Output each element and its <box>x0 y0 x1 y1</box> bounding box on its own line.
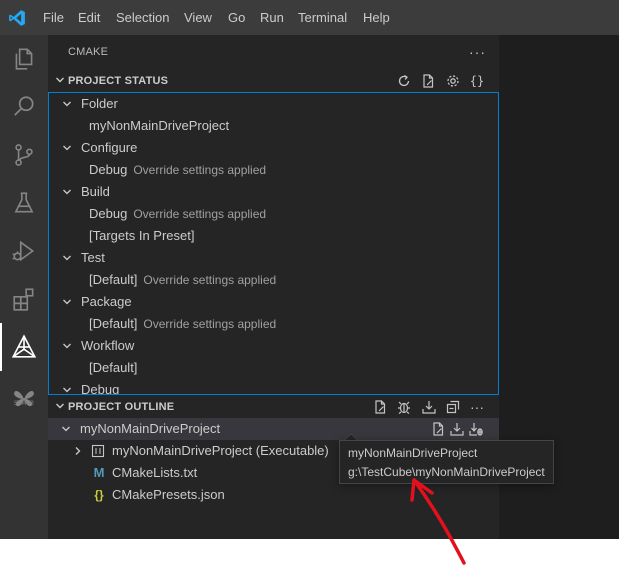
cmakelists-name: CMakeLists.txt <box>112 465 198 480</box>
build-label: Build <box>81 184 110 199</box>
stm32-icon[interactable] <box>0 375 48 423</box>
menu-view[interactable]: View <box>184 10 212 25</box>
menu-file[interactable]: File <box>43 10 64 25</box>
extensions-icon[interactable] <box>0 275 48 323</box>
menu-go[interactable]: Go <box>228 10 245 25</box>
edit-file-icon[interactable] <box>429 420 447 438</box>
package-label: Package <box>81 294 132 309</box>
cmake-file-icon: M <box>93 465 105 480</box>
chevron-down-icon <box>63 255 71 261</box>
tree-item-configure-value[interactable]: Debug Override settings applied <box>89 159 266 181</box>
chevron-down-icon <box>63 189 71 195</box>
more-actions-icon[interactable]: ··· <box>469 45 486 59</box>
gear-icon[interactable] <box>444 72 462 90</box>
executable-icon <box>91 444 105 458</box>
active-view-indicator <box>0 323 2 371</box>
stm32-label: STM32 <box>13 400 35 407</box>
refresh-icon[interactable] <box>395 72 413 90</box>
hover-tooltip: myNonMainDriveProject g:\TestCube\myNonM… <box>339 440 554 484</box>
menu-run[interactable]: Run <box>260 10 284 25</box>
project-status-tree: Folder myNonMainDriveProject Configure D… <box>48 92 499 395</box>
project-status-title: PROJECT STATUS <box>68 75 169 87</box>
menu-selection[interactable]: Selection <box>116 10 169 25</box>
tree-item-test-value[interactable]: [Default] Override settings applied <box>89 269 276 291</box>
edit-file-icon[interactable] <box>371 398 389 416</box>
project-name: myNonMainDriveProject <box>80 421 221 436</box>
tree-item-build-targets[interactable]: [Targets In Preset] <box>89 225 195 247</box>
tree-item-package-value[interactable]: [Default] Override settings applied <box>89 313 276 335</box>
menu-terminal[interactable]: Terminal <box>298 10 347 25</box>
configure-value: Debug <box>89 162 128 177</box>
tree-item-build-value[interactable]: Debug Override settings applied <box>89 203 266 225</box>
build-targets: [Targets In Preset] <box>89 228 195 243</box>
cmakepresets-name: CMakePresets.json <box>112 487 225 502</box>
test-label: Test <box>81 250 105 265</box>
tree-item-workflow-value[interactable]: [Default] <box>89 357 137 379</box>
chevron-down-icon <box>63 101 71 107</box>
configure-label: Configure <box>81 140 138 155</box>
more-icon[interactable]: ··· <box>468 398 486 416</box>
chevron-down-icon <box>63 343 71 349</box>
folder-value: myNonMainDriveProject <box>89 118 230 133</box>
tree-item-folder-value[interactable]: myNonMainDriveProject <box>89 115 229 137</box>
folder-label: Folder <box>81 96 118 111</box>
build-value: Debug <box>89 206 128 221</box>
chevron-down-icon <box>56 77 64 83</box>
chevron-down-icon <box>62 426 70 432</box>
braces-icon[interactable]: {} <box>468 72 486 90</box>
tooltip-project-path: g:\TestCube\myNonMainDriveProject <box>348 465 545 479</box>
project-outline-title: PROJECT OUTLINE <box>68 401 175 413</box>
json-icon: {} <box>94 488 104 502</box>
project-status-header[interactable]: PROJECT STATUS {} <box>48 70 499 92</box>
title-bar: File Edit Selection View Go Run Terminal… <box>0 0 619 35</box>
sidebar-title: CMAKE <box>68 46 109 58</box>
test-description: Override settings applied <box>143 273 277 287</box>
debug-build-icon[interactable] <box>467 420 485 438</box>
tree-item-cmakepresets[interactable]: {} CMakePresets.json <box>48 484 499 506</box>
search-icon[interactable] <box>0 83 48 131</box>
tree-item-project[interactable]: myNonMainDriveProject <box>48 418 499 440</box>
explorer-icon[interactable] <box>0 35 48 83</box>
workflow-value: [Default] <box>89 360 138 375</box>
test-value: [Default] <box>89 272 138 287</box>
cmake-icon[interactable] <box>0 323 48 371</box>
build-icon[interactable] <box>448 420 466 438</box>
workflow-label: Workflow <box>81 338 135 353</box>
chevron-down-icon <box>63 145 71 151</box>
chevron-down-icon <box>63 299 71 305</box>
chevron-down-icon <box>63 387 71 393</box>
configure-description: Override settings applied <box>133 163 267 177</box>
menu-help[interactable]: Help <box>363 10 390 25</box>
testing-icon[interactable] <box>0 179 48 227</box>
debug-label: Debug <box>81 382 120 395</box>
package-value: [Default] <box>89 316 138 331</box>
executable-name: myNonMainDriveProject (Executable) <box>112 443 329 458</box>
collapse-all-icon[interactable] <box>444 398 462 416</box>
source-control-icon[interactable] <box>0 131 48 179</box>
package-description: Override settings applied <box>143 317 277 331</box>
project-outline-header[interactable]: PROJECT OUTLINE ··· <box>48 396 499 418</box>
chevron-down-icon <box>56 403 64 409</box>
bug-icon[interactable] <box>395 398 413 416</box>
run-debug-icon[interactable] <box>0 227 48 275</box>
activity-bar: STM32 <box>0 35 48 539</box>
build-description: Override settings applied <box>133 207 267 221</box>
tooltip-project-name: myNonMainDriveProject <box>348 446 478 460</box>
vscode-logo-icon <box>9 10 25 26</box>
build-all-icon[interactable] <box>420 398 438 416</box>
chevron-right-icon <box>75 447 81 455</box>
menu-edit[interactable]: Edit <box>78 10 100 25</box>
edit-file-icon[interactable] <box>419 72 437 90</box>
